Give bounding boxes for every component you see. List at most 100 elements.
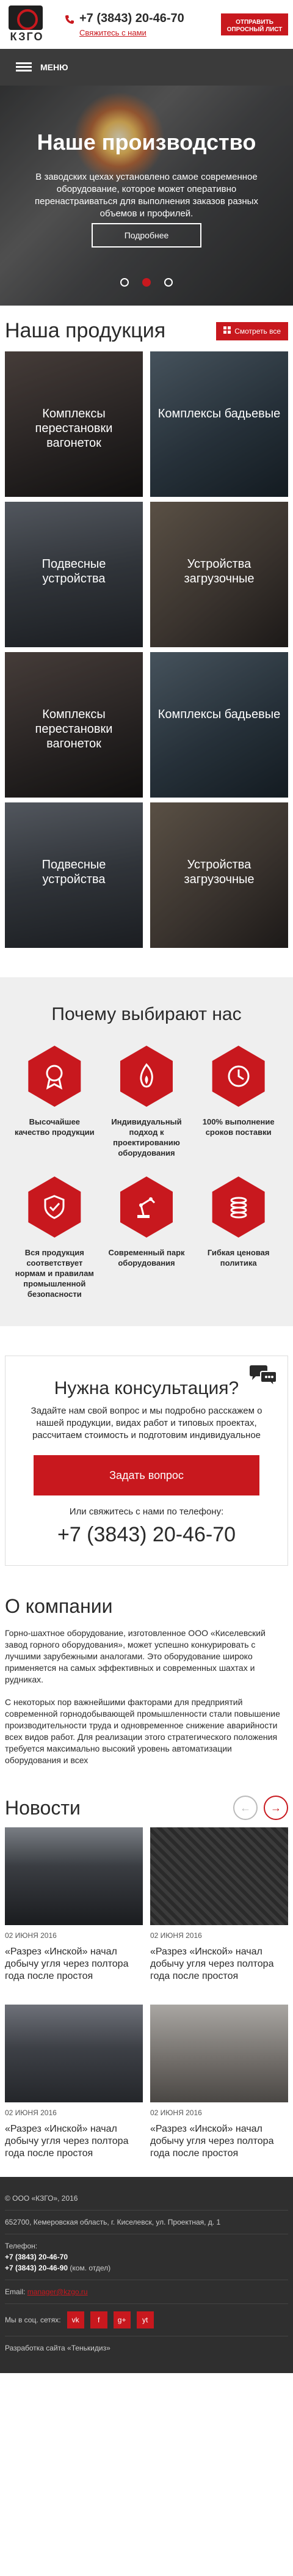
- news-arrows: ← →: [233, 1796, 288, 1820]
- product-card[interactable]: Подвесные устройства: [5, 502, 143, 647]
- view-all-button[interactable]: Смотреть все: [216, 321, 288, 340]
- news-headline[interactable]: «Разрез «Инской» начал добычу угля через…: [150, 1946, 288, 1983]
- shield-icon: [28, 1176, 81, 1238]
- slider-dot[interactable]: [120, 278, 129, 287]
- news-image[interactable]: [5, 1827, 143, 1925]
- hero-text: В заводских цехах установлено самое совр…: [35, 172, 258, 219]
- logo-text: КЗГО: [10, 31, 44, 43]
- why-label: 100% выполнение сроков поставки: [202, 1117, 275, 1137]
- hero-more-button[interactable]: Подробнее: [92, 223, 201, 248]
- slider-dots: [0, 278, 293, 287]
- consult-section: Нужна консультация? Задайте нам свой воп…: [0, 1326, 293, 1577]
- product-card[interactable]: Устройства загрузочные: [150, 502, 288, 647]
- about-paragraph: Горно-шахтное оборудование, изготовленно…: [5, 1628, 266, 1684]
- news-card[interactable]: 02 ИЮНЯ 2016 «Разрез «Инской» начал добы…: [5, 2005, 143, 2177]
- products-grid: Комплексы перестановки вагонеток Комплек…: [0, 351, 293, 948]
- logo[interactable]: КЗГО: [5, 3, 49, 46]
- news-card[interactable]: 02 ИЮНЯ 2016 «Разрез «Инской» начал добы…: [150, 1827, 288, 2000]
- product-card[interactable]: Комплексы перестановки вагонеток: [5, 652, 143, 798]
- footer-phone-label: Телефон:: [5, 2242, 38, 2250]
- product-card[interactable]: Комплексы бадьевые: [150, 351, 288, 497]
- footer-social: Мы в соц. сетях: vk f g+ yt: [5, 2311, 288, 2328]
- consult-title: Нужна консультация?: [54, 1378, 239, 1398]
- product-card[interactable]: Комплексы перестановки вагонеток: [5, 351, 143, 497]
- facebook-icon[interactable]: f: [90, 2311, 107, 2328]
- why-item: Гибкая ценовая политика: [196, 1176, 281, 1299]
- news-grid: 02 ИЮНЯ 2016 «Разрез «Инской» начал добы…: [0, 1827, 293, 2177]
- why-item: Современный парк оборудования: [104, 1176, 189, 1299]
- grid-icon: [223, 326, 231, 336]
- phone-icon: [65, 14, 74, 24]
- news-date: 02 ИЮНЯ 2016: [5, 1931, 57, 1940]
- view-all-label: Смотреть все: [234, 326, 281, 336]
- ask-question-button[interactable]: Задать вопрос: [34, 1455, 259, 1495]
- product-label: Комплексы перестановки вагонеток: [35, 708, 113, 750]
- product-label: Подвесные устройства: [42, 858, 106, 886]
- questionnaire-button[interactable]: ОТПРАВИТЬ ОПРОСНЫЙ ЛИСТ: [221, 13, 288, 35]
- footer-phone-1[interactable]: +7 (3843) 20-46-70: [5, 2253, 288, 2261]
- vk-icon[interactable]: vk: [67, 2311, 84, 2328]
- why-label: Вся продукция соответствует нормам и пра…: [15, 1248, 94, 1299]
- news-headline[interactable]: «Разрез «Инской» начал добычу угля через…: [150, 2123, 288, 2160]
- news-date: 02 ИЮНЯ 2016: [150, 1931, 202, 1940]
- product-label: Комплексы перестановки вагонеток: [35, 407, 113, 450]
- google-plus-icon[interactable]: g+: [113, 2311, 131, 2328]
- product-label: Устройства загрузочные: [184, 858, 255, 886]
- about-title: О компании: [5, 1595, 113, 1617]
- callback-link[interactable]: Свяжитесь с нами: [79, 28, 221, 37]
- menu-bar[interactable]: МЕНЮ: [0, 49, 293, 86]
- news-headline[interactable]: «Разрез «Инской» начал добычу угля через…: [5, 1946, 143, 1983]
- footer-developer[interactable]: Разработка сайта «Тенькидиз»: [5, 2344, 288, 2352]
- hero-slider: Наше производство В заводских цехах уста…: [0, 86, 293, 306]
- news-image[interactable]: [5, 2005, 143, 2102]
- flame-icon: [120, 1046, 173, 1107]
- why-item: Высочайшее качество продукции: [12, 1046, 97, 1158]
- why-item: Индивидуальный подход к проектированию о…: [104, 1046, 189, 1158]
- about-section: О компании Горно-шахтное оборудование, и…: [0, 1577, 293, 1783]
- why-us-section: Почему выбирают нас Высочайшее качество …: [0, 977, 293, 1326]
- medal-icon: [28, 1046, 81, 1107]
- why-label: Гибкая ценовая политика: [207, 1248, 270, 1268]
- news-date: 02 ИЮНЯ 2016: [5, 2108, 57, 2117]
- footer-social-label: Мы в соц. сетях:: [5, 2316, 61, 2324]
- clock-icon: [212, 1046, 265, 1107]
- news-headline[interactable]: «Разрез «Инской» начал добычу угля через…: [5, 2123, 143, 2160]
- hamburger-icon[interactable]: [16, 62, 32, 72]
- menu-label[interactable]: МЕНЮ: [40, 62, 68, 72]
- robot-arm-icon: [120, 1176, 173, 1238]
- product-card[interactable]: Подвесные устройства: [5, 802, 143, 948]
- footer-phone-2[interactable]: +7 (3843) 20-46-90: [5, 2264, 68, 2272]
- logo-mark: [9, 6, 43, 30]
- coins-icon: [212, 1176, 265, 1238]
- news-header: Новости ← →: [0, 1783, 293, 1827]
- why-item: 100% выполнение сроков поставки: [196, 1046, 281, 1158]
- news-card[interactable]: 02 ИЮНЯ 2016 «Разрез «Инской» начал добы…: [150, 2005, 288, 2177]
- news-card[interactable]: 02 ИЮНЯ 2016 «Разрез «Инской» начал добы…: [5, 1827, 143, 2000]
- products-title: Наша продукция: [5, 319, 166, 342]
- prev-arrow-icon[interactable]: ←: [233, 1796, 258, 1820]
- footer-email[interactable]: manager@kzgo.ru: [27, 2288, 88, 2296]
- chat-icon: [248, 1365, 278, 1388]
- slider-dot-active[interactable]: [142, 278, 151, 287]
- product-card[interactable]: Устройства загрузочные: [150, 802, 288, 948]
- why-label: Индивидуальный подход к проектированию о…: [111, 1117, 182, 1158]
- why-label: Современный парк оборудования: [108, 1248, 185, 1268]
- about-paragraph: С некоторых пор важнейшими факторами для…: [5, 1697, 280, 1765]
- consult-text: Задайте нам свой вопрос и мы подробно ра…: [31, 1406, 262, 1440]
- header-phone-line: +7 (3843) 20-46-70: [65, 12, 221, 26]
- consult-phone[interactable]: +7 (3843) 20-46-70: [23, 1523, 270, 1547]
- product-label: Подвесные устройства: [42, 557, 106, 585]
- youtube-icon[interactable]: yt: [136, 2311, 154, 2328]
- why-label: Высочайшее качество продукции: [14, 1117, 95, 1137]
- next-arrow-icon[interactable]: →: [264, 1796, 288, 1820]
- footer-phone-2-note: (ком. отдел): [70, 2264, 111, 2272]
- header-phone[interactable]: +7 (3843) 20-46-70: [79, 12, 184, 26]
- footer-address: 652700, Кемеровская область, г. Киселевс…: [5, 2218, 221, 2226]
- why-title: Почему выбирают нас: [51, 1004, 242, 1024]
- product-label: Комплексы бадьевые: [157, 407, 281, 420]
- site-header: КЗГО +7 (3843) 20-46-70 Свяжитесь с нами…: [0, 0, 293, 49]
- news-image[interactable]: [150, 2005, 288, 2102]
- product-card[interactable]: Комплексы бадьевые: [150, 652, 288, 798]
- slider-dot[interactable]: [164, 278, 173, 287]
- news-image[interactable]: [150, 1827, 288, 1925]
